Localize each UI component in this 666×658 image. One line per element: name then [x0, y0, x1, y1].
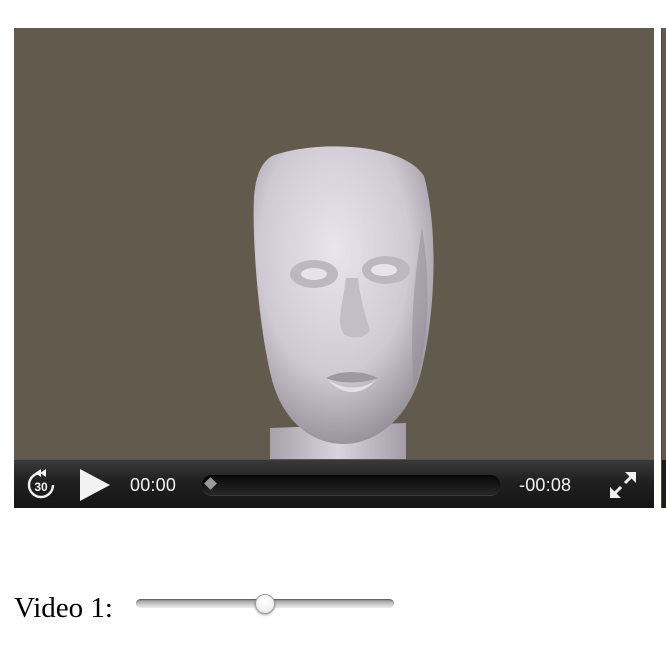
video-frame-head-figure — [253, 146, 434, 468]
time-elapsed: 00:00 — [130, 475, 177, 495]
seek-handle[interactable] — [204, 477, 217, 490]
play-button[interactable] — [76, 468, 112, 502]
video-slider-label: Video 1: — [14, 592, 113, 624]
fullscreen-icon — [609, 471, 637, 499]
second-video-player-edge — [661, 28, 666, 508]
second-video-controls-edge — [662, 460, 666, 508]
play-icon — [80, 469, 110, 501]
time-remaining: -00:08 — [519, 475, 572, 495]
skip-back-seconds: 30 — [34, 480, 48, 494]
fullscreen-button[interactable] — [608, 470, 638, 500]
skip-back-30-icon[interactable]: 30 — [24, 468, 58, 502]
seek-bar[interactable] — [202, 475, 500, 495]
video-player[interactable]: 30 00:00 -00:08 — [14, 28, 654, 508]
page: 30 00:00 -00:08 Video 1: — [0, 0, 666, 658]
video-controls-bar: 30 00:00 -00:08 — [14, 459, 654, 508]
video-range-slider-thumb[interactable] — [255, 594, 275, 614]
